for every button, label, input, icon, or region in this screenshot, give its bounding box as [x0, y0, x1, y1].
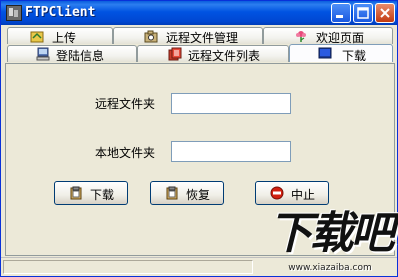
clipboard-icon: [166, 186, 178, 200]
close-icon: [380, 8, 390, 18]
maximize-icon: [357, 7, 369, 19]
download-button[interactable]: 下载: [54, 181, 128, 205]
stop-icon: [270, 186, 284, 200]
tab-row-bottom: 登陆信息 远程文件列表 下载: [5, 44, 395, 63]
close-button[interactable]: [375, 3, 395, 23]
tab-login-info[interactable]: 登陆信息: [7, 45, 137, 63]
tab-remote-file-list[interactable]: 远程文件列表: [137, 45, 289, 63]
window-title: FTPClient: [25, 5, 96, 20]
monitor-icon: [318, 47, 332, 59]
local-folder-label: 本地文件夹: [95, 146, 156, 160]
remote-folder-label: 远程文件夹: [95, 97, 156, 111]
tab-row-top: 上传 远程文件管理 欢迎页面: [5, 27, 395, 45]
upload-folder-icon: [30, 31, 44, 43]
stop-button[interactable]: 中止: [255, 181, 329, 205]
tab-welcome-page[interactable]: 欢迎页面: [263, 27, 393, 45]
title-bar[interactable]: FTPClient: [1, 1, 397, 25]
status-pane: [3, 260, 253, 274]
minimize-button[interactable]: [331, 3, 351, 23]
app-icon: [6, 5, 22, 21]
tab-upload[interactable]: 上传: [7, 27, 113, 45]
restore-button[interactable]: 恢复: [150, 181, 224, 205]
local-folder-input[interactable]: [171, 141, 291, 162]
tab-remote-file-management[interactable]: 远程文件管理: [113, 27, 263, 45]
ftp-client-window: FTPClient 上传 远程文件管理 欢迎页面 登陆信息 远程文件列表 下载 …: [0, 0, 398, 277]
maximize-button[interactable]: [353, 3, 373, 23]
remote-folder-input[interactable]: [171, 93, 291, 114]
folder-list-icon: [168, 47, 182, 61]
flower-icon: [296, 31, 306, 42]
watermark-logo-text: 下载吧: [268, 208, 395, 259]
clipboard-icon: [70, 186, 82, 200]
minimize-icon: [336, 15, 343, 18]
camera-icon: [144, 30, 158, 43]
watermark-logo: 下载吧 www.xiazaiba.com: [263, 207, 397, 277]
computer-icon: [36, 47, 50, 61]
watermark-url: www.xiazaiba.com: [288, 263, 372, 273]
tab-download[interactable]: 下载: [289, 44, 393, 63]
